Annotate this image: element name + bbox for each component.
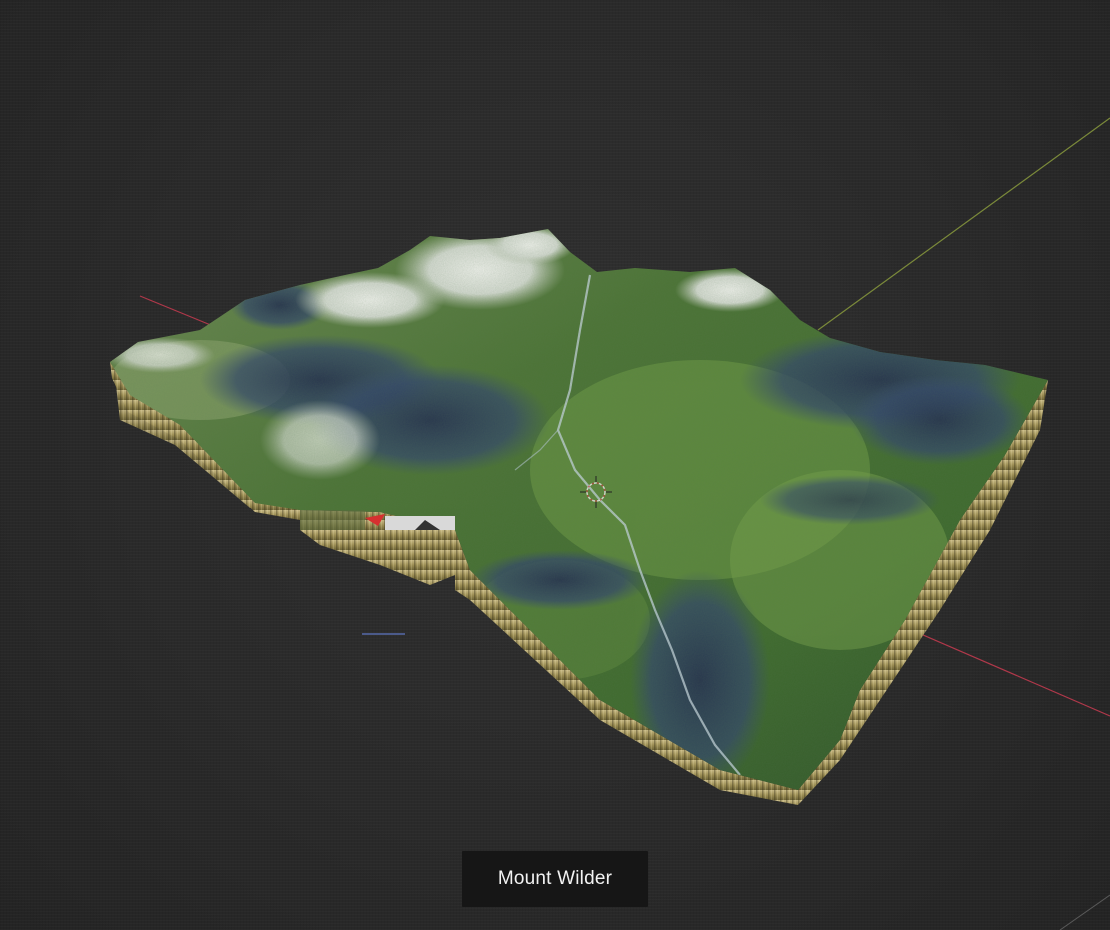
grid-line [1059, 894, 1110, 930]
caption-label: Mount Wilder [497, 868, 613, 889]
y-axis-line [817, 117, 1110, 331]
x-axis-line-right [899, 624, 1110, 717]
3d-viewport[interactable]: Mount Wilder [0, 0, 1110, 930]
terrain-top-surface [110, 229, 1048, 790]
terrain-scene[interactable] [0, 0, 1110, 930]
caption-label-box: Mount Wilder [462, 851, 648, 907]
